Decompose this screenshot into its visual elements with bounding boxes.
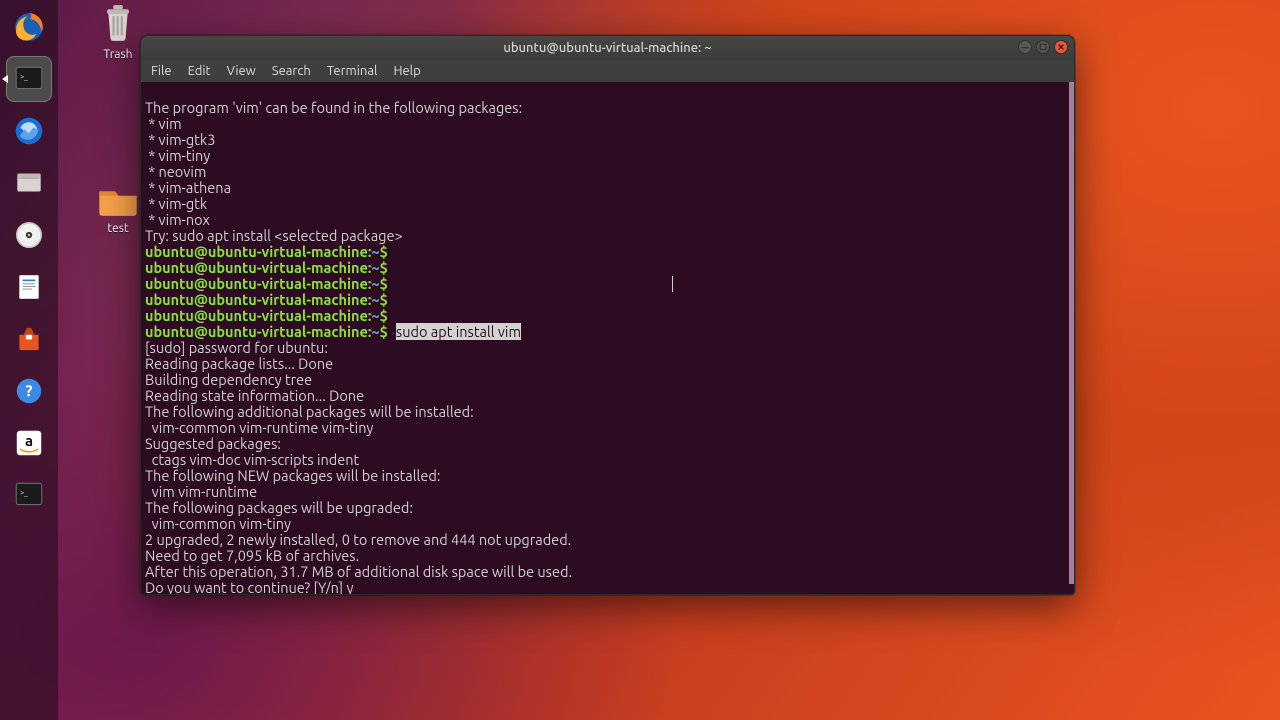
- svg-text:?: ?: [26, 382, 33, 400]
- prompt-sym: $: [380, 307, 388, 324]
- svg-text:>_: >_: [20, 73, 28, 81]
- menu-terminal[interactable]: Terminal: [327, 64, 378, 78]
- prompt-path: ~: [371, 323, 379, 340]
- prompt-path: ~: [371, 275, 379, 292]
- text-cursor-ibeam: [672, 276, 673, 292]
- prompt-user: ubuntu@ubuntu-virtual-machine: [145, 323, 368, 340]
- launcher-help[interactable]: ?: [6, 368, 52, 414]
- svg-text:a: a: [25, 432, 33, 449]
- prompt-path: ~: [371, 259, 379, 276]
- term-line: Need to get 7,095 kB of archives.: [145, 547, 359, 564]
- launcher-terminal-active[interactable]: >_: [6, 56, 52, 102]
- window-minimize-button[interactable]: [1018, 40, 1032, 54]
- term-line: Do you want to continue? [Y/n] y: [145, 579, 353, 594]
- menu-edit[interactable]: Edit: [188, 64, 211, 78]
- term-line: * vim-athena: [145, 179, 231, 196]
- term-line: 2 upgraded, 2 newly installed, 0 to remo…: [145, 531, 571, 548]
- prompt-path: ~: [371, 291, 379, 308]
- launcher-rhythmbox[interactable]: [6, 212, 52, 258]
- term-line: * vim-nox: [145, 211, 210, 228]
- desktop[interactable]: >_ ? a >_ Trash test: [0, 0, 1280, 720]
- menu-view[interactable]: View: [227, 64, 256, 78]
- launcher-files[interactable]: [6, 160, 52, 206]
- term-line: * vim-tiny: [145, 147, 210, 164]
- term-line: ctags vim-doc vim-scripts indent: [145, 451, 359, 468]
- launcher-thunderbird[interactable]: [6, 108, 52, 154]
- menu-file[interactable]: File: [151, 64, 172, 78]
- term-line: The following NEW packages will be insta…: [145, 467, 440, 484]
- term-line: After this operation, 31.7 MB of additio…: [145, 563, 572, 580]
- term-line: The program 'vim' can be found in the fo…: [145, 99, 522, 116]
- menu-search[interactable]: Search: [272, 64, 311, 78]
- prompt-path: ~: [371, 307, 379, 324]
- window-maximize-button[interactable]: [1036, 40, 1050, 54]
- term-line: Suggested packages:: [145, 435, 281, 452]
- term-selection: sudo apt install vim: [396, 323, 521, 340]
- term-line: The following additional packages will b…: [145, 403, 474, 420]
- svg-text:>_: >_: [20, 489, 28, 497]
- prompt-sym: $: [380, 323, 388, 340]
- prompt-sym: $: [380, 259, 388, 276]
- term-line: Reading state information... Done: [145, 387, 364, 404]
- launcher: >_ ? a >_: [0, 0, 58, 720]
- prompt-user: ubuntu@ubuntu-virtual-machine: [145, 243, 368, 260]
- launcher-firefox[interactable]: [6, 4, 52, 50]
- window-close-button[interactable]: [1054, 40, 1068, 54]
- titlebar[interactable]: ubuntu@ubuntu-virtual-machine: ~: [141, 36, 1074, 60]
- prompt-user: ubuntu@ubuntu-virtual-machine: [145, 259, 368, 276]
- menubar: File Edit View Search Terminal Help: [141, 60, 1074, 82]
- launcher-amazon[interactable]: a: [6, 420, 52, 466]
- prompt-user: ubuntu@ubuntu-virtual-machine: [145, 275, 368, 292]
- term-line: * vim-gtk3: [145, 131, 215, 148]
- term-line: Building dependency tree: [145, 371, 312, 388]
- menu-help[interactable]: Help: [393, 64, 420, 78]
- terminal-window[interactable]: ubuntu@ubuntu-virtual-machine: ~ File Ed…: [140, 35, 1075, 595]
- prompt-sym: $: [380, 243, 388, 260]
- term-line: vim-common vim-tiny: [145, 515, 291, 532]
- launcher-writer[interactable]: [6, 264, 52, 310]
- term-line: Try: sudo apt install <selected package>: [145, 227, 403, 244]
- term-line: vim-common vim-runtime vim-tiny: [145, 419, 373, 436]
- prompt-path: ~: [371, 243, 379, 260]
- term-line: Reading package lists... Done: [145, 355, 333, 372]
- term-line: * vim: [145, 115, 182, 132]
- prompt-user: ubuntu@ubuntu-virtual-machine: [145, 307, 368, 324]
- terminal-body[interactable]: The program 'vim' can be found in the fo…: [141, 82, 1074, 594]
- term-line: The following packages will be upgraded:: [145, 499, 413, 516]
- launcher-software[interactable]: [6, 316, 52, 362]
- term-line: * neovim: [145, 163, 206, 180]
- window-title: ubuntu@ubuntu-virtual-machine: ~: [503, 41, 711, 55]
- prompt-sym: $: [380, 275, 388, 292]
- term-line: [sudo] password for ubuntu:: [145, 339, 328, 356]
- prompt-user: ubuntu@ubuntu-virtual-machine: [145, 291, 368, 308]
- launcher-terminal-2[interactable]: >_: [6, 472, 52, 518]
- prompt-sym: $: [380, 291, 388, 308]
- term-line: vim vim-runtime: [145, 483, 257, 500]
- term-line: * vim-gtk: [145, 195, 207, 212]
